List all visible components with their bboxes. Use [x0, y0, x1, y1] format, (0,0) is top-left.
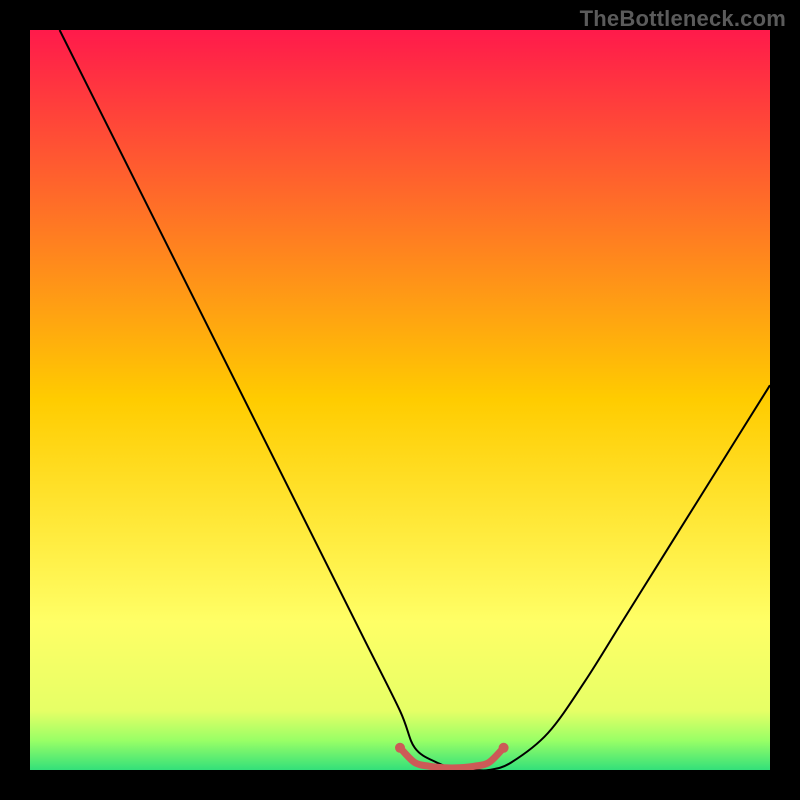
marker-endpoint-left [395, 743, 405, 753]
plot-area [30, 30, 770, 770]
watermark-text: TheBottleneck.com [580, 6, 786, 32]
chart-svg [30, 30, 770, 770]
marker-endpoint-right [499, 743, 509, 753]
chart-container: TheBottleneck.com [0, 0, 800, 800]
gradient-background [30, 30, 770, 770]
